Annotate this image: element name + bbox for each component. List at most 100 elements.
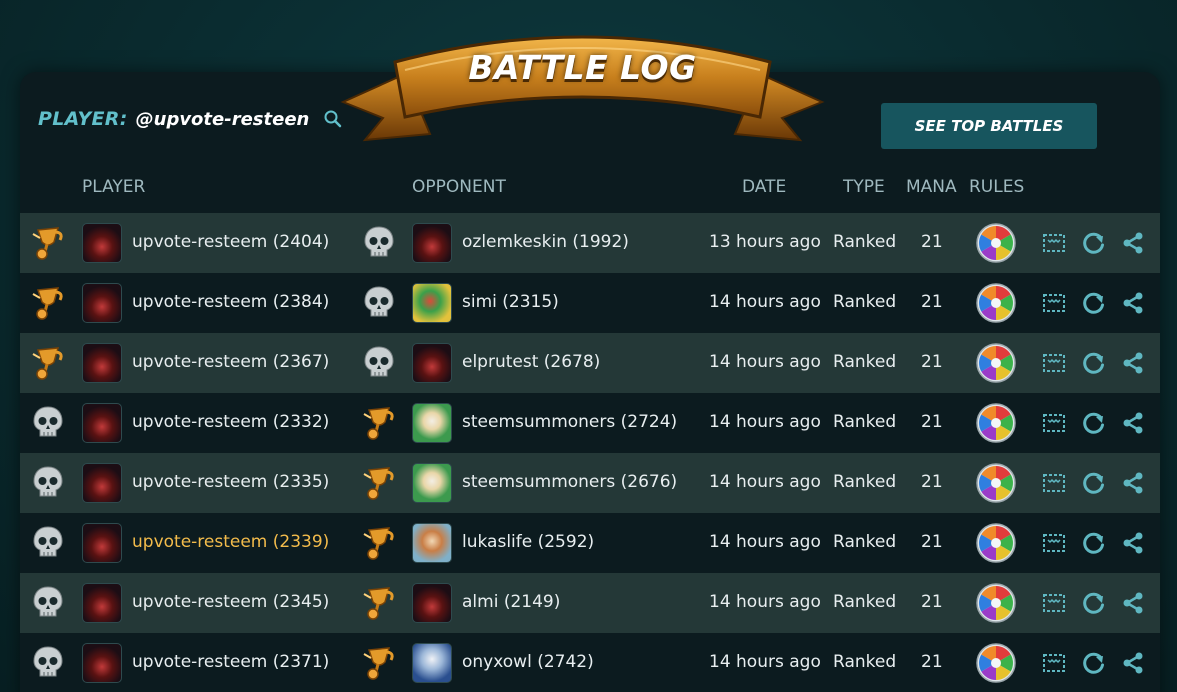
share-icon[interactable] [1120, 230, 1146, 256]
rules-ruleset-icon[interactable] [975, 342, 1017, 384]
replay-icon[interactable] [1081, 530, 1107, 556]
player-avatar[interactable] [82, 583, 122, 623]
battle-type: Ranked [833, 412, 897, 432]
battle-details-icon[interactable] [1041, 290, 1067, 316]
replay-icon[interactable] [1081, 350, 1107, 376]
battle-details-icon[interactable] [1041, 470, 1067, 496]
loser-skull-icon [30, 584, 66, 622]
replay-icon[interactable] [1081, 410, 1107, 436]
opponent-name[interactable]: steemsummoners (2676) [462, 472, 677, 492]
player-name[interactable]: upvote-resteem (2332) [132, 412, 329, 432]
battle-date: 14 hours ago [709, 592, 821, 612]
opponent-avatar[interactable] [412, 583, 452, 623]
battle-details-icon[interactable] [1041, 650, 1067, 676]
player-search-label: PLAYER: [38, 108, 128, 130]
battle-type: Ranked [833, 532, 897, 552]
loser-skull-icon [361, 344, 397, 382]
battle-details-icon[interactable] [1041, 410, 1067, 436]
column-header-opponent: OPPONENT [412, 177, 506, 197]
player-name[interactable]: upvote-resteem (2367) [132, 352, 329, 372]
loser-skull-icon [30, 404, 66, 442]
battle-type: Ranked [833, 592, 897, 612]
battle-row: upvote-resteem (2404) ozlemkeskin (1992) 1… [20, 213, 1160, 273]
replay-icon[interactable] [1081, 230, 1107, 256]
player-avatar[interactable] [82, 223, 122, 263]
player-avatar[interactable] [82, 343, 122, 383]
winner-trophy-icon [30, 344, 66, 382]
winner-trophy-icon [30, 224, 66, 262]
search-icon[interactable] [323, 109, 343, 129]
replay-icon[interactable] [1081, 470, 1107, 496]
player-search: PLAYER: @upvote-resteen [38, 108, 343, 130]
replay-icon[interactable] [1081, 590, 1107, 616]
player-name[interactable]: upvote-resteem (2384) [132, 292, 329, 312]
page-title: BATTLE LOG [468, 48, 697, 87]
opponent-name[interactable]: ozlemkeskin (1992) [462, 232, 629, 252]
share-icon[interactable] [1120, 650, 1146, 676]
winner-trophy-icon [361, 644, 397, 682]
player-avatar[interactable] [82, 463, 122, 503]
replay-icon[interactable] [1081, 650, 1107, 676]
battle-row: upvote-resteem (2384) simi (2315) 14 hours… [20, 273, 1160, 333]
battle-details-icon[interactable] [1041, 350, 1067, 376]
player-name[interactable]: upvote-resteem (2345) [132, 592, 329, 612]
opponent-avatar[interactable] [412, 223, 452, 263]
rules-ruleset-icon[interactable] [975, 402, 1017, 444]
winner-trophy-icon [361, 524, 397, 562]
opponent-name[interactable]: steemsummoners (2724) [462, 412, 677, 432]
opponent-avatar[interactable] [412, 643, 452, 683]
opponent-name[interactable]: lukaslife (2592) [462, 532, 594, 552]
player-avatar[interactable] [82, 283, 122, 323]
rules-ruleset-icon[interactable] [975, 582, 1017, 624]
winner-trophy-icon [361, 464, 397, 502]
share-icon[interactable] [1120, 350, 1146, 376]
player-name[interactable]: upvote-resteem (2339) [132, 532, 329, 552]
rules-ruleset-icon[interactable] [975, 282, 1017, 324]
battle-type: Ranked [833, 472, 897, 492]
player-avatar[interactable] [82, 403, 122, 443]
opponent-avatar[interactable] [412, 463, 452, 503]
loser-skull-icon [361, 284, 397, 322]
rules-ruleset-icon[interactable] [975, 642, 1017, 684]
share-icon[interactable] [1120, 530, 1146, 556]
mana-cap: 21 [921, 292, 943, 312]
opponent-name[interactable]: elprutest (2678) [462, 352, 600, 372]
player-name[interactable]: upvote-resteem (2371) [132, 652, 329, 672]
opponent-avatar[interactable] [412, 523, 452, 563]
mana-cap: 21 [921, 412, 943, 432]
battle-type: Ranked [833, 292, 897, 312]
player-name[interactable]: upvote-resteem (2404) [132, 232, 329, 252]
opponent-name[interactable]: onyxowl (2742) [462, 652, 594, 672]
mana-cap: 21 [921, 472, 943, 492]
column-header-type: TYPE [843, 177, 885, 197]
rules-ruleset-icon[interactable] [975, 522, 1017, 564]
loser-skull-icon [30, 644, 66, 682]
share-icon[interactable] [1120, 290, 1146, 316]
share-icon[interactable] [1120, 590, 1146, 616]
share-icon[interactable] [1120, 410, 1146, 436]
mana-cap: 21 [921, 532, 943, 552]
opponent-avatar[interactable] [412, 403, 452, 443]
player-avatar[interactable] [82, 643, 122, 683]
battle-date: 14 hours ago [709, 352, 821, 372]
rules-ruleset-icon[interactable] [975, 462, 1017, 504]
mana-cap: 21 [921, 232, 943, 252]
battle-row: upvote-resteem (2345) almi (2149) 14 hours… [20, 573, 1160, 633]
battle-details-icon[interactable] [1041, 230, 1067, 256]
player-name[interactable]: upvote-resteem (2335) [132, 472, 329, 492]
opponent-avatar[interactable] [412, 343, 452, 383]
rules-ruleset-icon[interactable] [975, 222, 1017, 264]
player-search-value[interactable]: @upvote-resteen [136, 109, 310, 130]
replay-icon[interactable] [1081, 290, 1107, 316]
winner-trophy-icon [361, 404, 397, 442]
battle-details-icon[interactable] [1041, 530, 1067, 556]
battle-details-icon[interactable] [1041, 590, 1067, 616]
winner-trophy-icon [361, 584, 397, 622]
opponent-avatar[interactable] [412, 283, 452, 323]
share-icon[interactable] [1120, 470, 1146, 496]
opponent-name[interactable]: simi (2315) [462, 292, 559, 312]
opponent-name[interactable]: almi (2149) [462, 592, 560, 612]
battle-type: Ranked [833, 652, 897, 672]
player-avatar[interactable] [82, 523, 122, 563]
see-top-battles-button[interactable]: SEE TOP BATTLES [881, 103, 1097, 149]
